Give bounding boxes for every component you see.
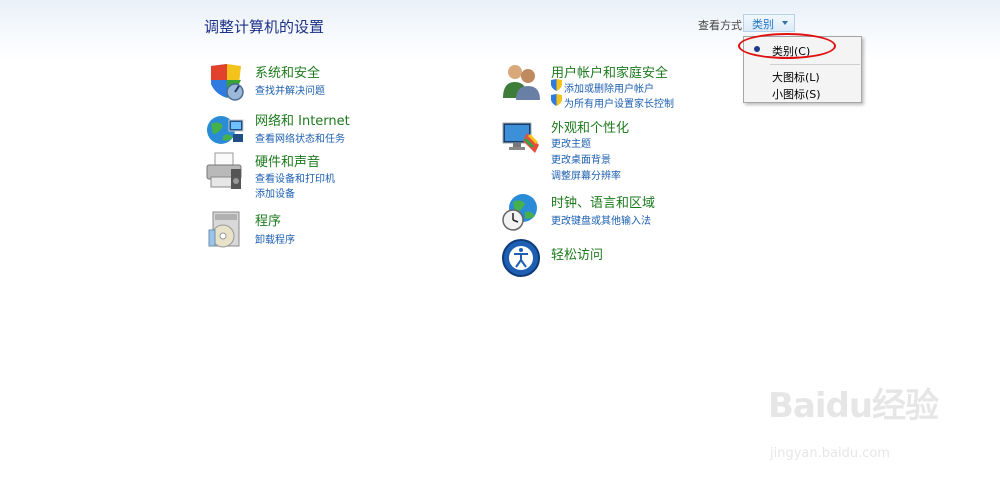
watermark-logo: Baidu经验 [768,386,939,426]
link-troubleshoot[interactable]: 查找并解决问题 [255,82,325,97]
link-add-remove-accounts[interactable]: 添加或删除用户帐户 [564,80,654,95]
ease-of-access-icon [502,239,540,277]
category-ease-of-access: 轻松访问 [501,238,721,278]
view-by-selected: 类别 [752,18,774,31]
category-title[interactable]: 外观和个性化 [551,117,629,136]
category-programs: 程序 卸载程序 [205,210,405,250]
display-icon [502,122,539,153]
menu-item-small-icons[interactable]: 小图标(S) [744,82,861,102]
category-title[interactable]: 网络和 Internet [255,110,350,129]
chevron-down-icon [782,21,788,25]
link-network-status[interactable]: 查看网络状态和任务 [255,130,345,145]
users-icon [503,65,540,100]
clock-globe-icon [502,194,537,231]
category-user-accounts: 用户帐户和家庭安全 添加或删除用户帐户 为所有用户设置家长控制 [501,62,721,110]
link-add-device[interactable]: 添加设备 [255,185,295,200]
category-title[interactable]: 用户帐户和家庭安全 [551,62,668,81]
link-screen-resolution[interactable]: 调整屏幕分辨率 [551,167,621,182]
link-uninstall-program[interactable]: 卸载程序 [255,231,295,246]
link-change-input-method[interactable]: 更改键盘或其他输入法 [551,212,651,227]
category-title[interactable]: 系统和安全 [255,62,320,81]
category-clock-region: 时钟、语言和区域 更改键盘或其他输入法 [501,192,721,232]
category-title[interactable]: 时钟、语言和区域 [551,192,655,211]
link-desktop-background[interactable]: 更改桌面背景 [551,151,611,166]
view-by-dropdown[interactable]: 类别 [743,14,795,32]
view-by-label: 查看方式: [698,19,746,32]
baidu-watermark: Baidu经验 jingyan.baidu.com [768,378,948,468]
programs-cd-icon [208,211,240,248]
watermark-url: jingyan.baidu.com [770,446,890,461]
uac-shield-icon [551,94,562,106]
uac-shield-icon [551,79,562,91]
link-change-theme[interactable]: 更改主题 [551,135,591,150]
link-devices-printers[interactable]: 查看设备和打印机 [255,170,335,185]
annotation-circle [738,33,836,59]
category-title[interactable]: 轻松访问 [551,244,603,263]
category-title[interactable]: 程序 [255,210,281,229]
link-parental-controls[interactable]: 为所有用户设置家长控制 [564,95,674,110]
security-shield-icon [211,64,244,101]
category-title[interactable]: 硬件和声音 [255,151,320,170]
network-globe-icon [207,116,244,144]
category-appearance: 外观和个性化 更改主题 更改桌面背景 调整屏幕分辨率 [501,117,721,182]
page-title: 调整计算机的设置 [204,18,325,36]
category-hardware-sound: 硬件和声音 查看设备和打印机 添加设备 [205,151,405,200]
category-network: 网络和 Internet 查看网络状态和任务 [205,110,405,150]
category-system-security: 系统和安全 查找并解决问题 [205,62,405,102]
printer-icon [206,152,242,189]
